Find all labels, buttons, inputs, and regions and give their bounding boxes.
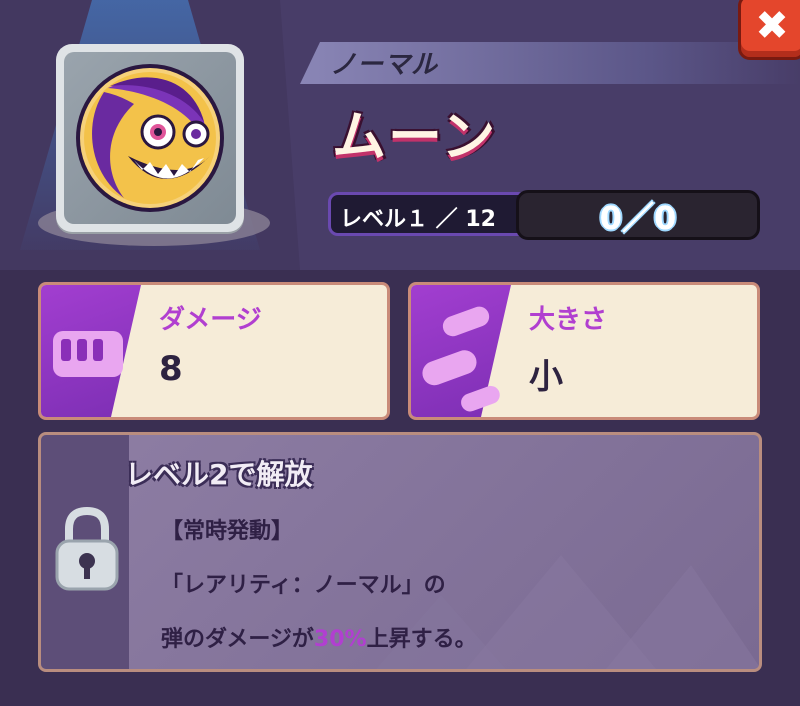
unlock-line-3-after: 上昇する。	[366, 627, 477, 652]
stat-card-damage: ダメージ 8	[38, 282, 390, 420]
unlock-line-1: 【常時発動】	[161, 519, 294, 544]
fragment-count: 0／0	[599, 199, 677, 237]
moon-icon	[64, 52, 236, 224]
unlock-panel: レベル2で解放 【常時発動】 「レアリティ：ノーマル」の 弾のダメージが30%上…	[38, 432, 762, 672]
stat-value: 小	[529, 357, 563, 397]
fist-icon	[53, 331, 123, 377]
item-name: ムーン	[332, 105, 498, 168]
level-label: レベル１ ／ 12	[340, 207, 496, 232]
bullet-icon	[422, 306, 500, 412]
close-icon: ✖	[755, 3, 789, 49]
unlock-highlight: 30%	[313, 627, 367, 652]
stat-label: ダメージ	[159, 305, 262, 335]
stat-label: 大きさ	[529, 305, 608, 335]
rarity-label: ノーマル	[330, 50, 439, 80]
stat-card-size: 大きさ 小	[408, 282, 760, 420]
close-button[interactable]: ✖	[738, 0, 800, 60]
unlock-line-3-before: 弾のダメージが	[161, 627, 314, 652]
stat-value: 8	[159, 349, 183, 389]
unlock-line-3: 弾のダメージが30%上昇する。	[161, 621, 477, 653]
unlock-line-2: 「レアリティ：ノーマル」の	[161, 573, 446, 598]
lock-icon	[55, 506, 119, 591]
item-icon-frame	[56, 44, 244, 232]
unlock-title: レベル2で解放	[125, 458, 313, 491]
